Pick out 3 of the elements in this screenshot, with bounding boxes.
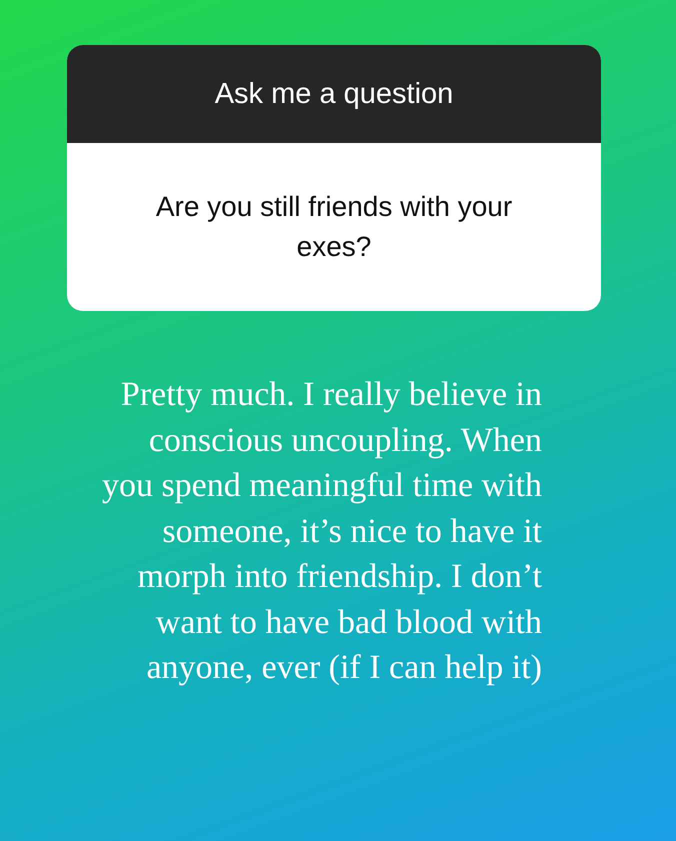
question-text: Are you still friends with your exes? <box>154 190 514 264</box>
answer-text: Pretty much. I really believe in conscious uncoupling. When you spend meaningful time with someone, it’s nice to have it morph into friendship. I don’t want to have bad blood with anyone, ever (if I can help it) <box>100 375 542 688</box>
card-title: Ask me a question <box>67 45 601 143</box>
